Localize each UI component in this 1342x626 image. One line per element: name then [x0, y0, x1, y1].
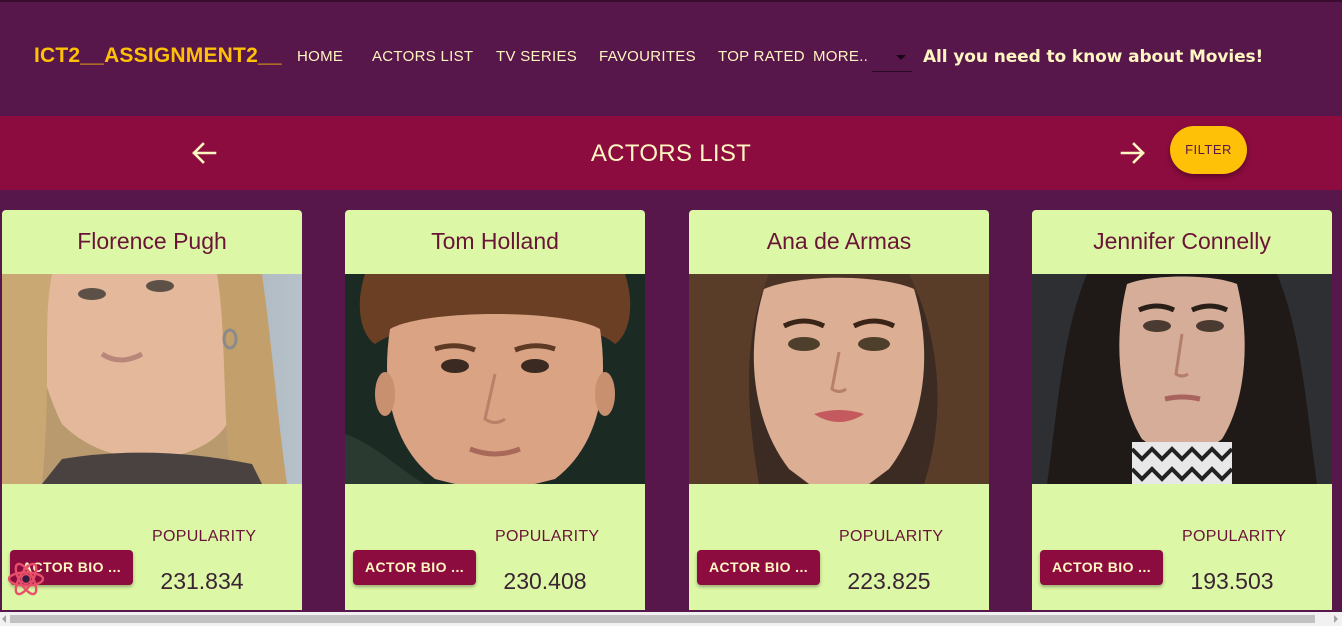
popularity-label: POPULARITY — [1182, 528, 1287, 545]
scroll-left-icon[interactable] — [2, 615, 6, 623]
scroll-right-icon[interactable] — [1334, 615, 1338, 623]
actor-bio-button[interactable]: ACTOR BIO ... — [353, 550, 476, 585]
actor-photo[interactable] — [2, 274, 302, 484]
actor-card: Jennifer Connelly POPULARITY 193.503 ACT… — [1032, 210, 1332, 610]
nav-top-rated[interactable]: TOP RATED — [718, 48, 805, 65]
nav-more[interactable]: MORE.. — [813, 48, 868, 65]
popularity-label: POPULARITY — [495, 528, 600, 545]
chevron-down-icon — [896, 55, 906, 60]
app-bar: ICT2__ASSIGNMENT2__ HOME ACTORS LIST TV … — [0, 0, 1342, 116]
scrollbar-thumb[interactable] — [10, 615, 1315, 623]
nav-favourites[interactable]: FAVOURITES — [599, 48, 696, 65]
actor-name: Florence Pugh — [77, 228, 227, 254]
actor-card: Florence Pugh POPULARITY 231.834 ACTOR B… — [2, 210, 302, 610]
horizontal-scrollbar[interactable] — [0, 612, 1342, 626]
actor-name: Tom Holland — [431, 228, 559, 254]
popularity-value: 230.408 — [503, 568, 587, 594]
nav-home[interactable]: HOME — [297, 48, 343, 65]
actor-card: Tom Holland POPULARITY 230.408 ACTOR BIO… — [345, 210, 645, 610]
brand-title[interactable]: ICT2__ASSIGNMENT2__ — [34, 44, 282, 68]
popularity-value: 223.825 — [847, 568, 931, 594]
popularity-value: 193.503 — [1190, 568, 1274, 594]
list-header: ACTORS LIST FILTER — [0, 116, 1342, 190]
nav-tv-series[interactable]: TV SERIES — [496, 48, 577, 65]
tagline: All you need to know about Movies! — [923, 47, 1264, 67]
actor-photo[interactable] — [689, 274, 989, 484]
actor-bio-button[interactable]: ACTOR BIO ... — [697, 550, 820, 585]
react-logo-icon[interactable] — [6, 559, 46, 599]
actor-photo[interactable] — [345, 274, 645, 484]
actor-photo[interactable] — [1032, 274, 1332, 484]
actor-bio-button[interactable]: ACTOR BIO ... — [1040, 550, 1163, 585]
arrow-right-icon[interactable] — [1118, 138, 1148, 168]
actor-card: Ana de Armas POPULARITY 223.825 ACTOR BI… — [689, 210, 989, 610]
nav-actors-list[interactable]: ACTORS LIST — [372, 48, 473, 65]
popularity-value: 231.834 — [160, 568, 244, 594]
more-select[interactable] — [872, 44, 912, 72]
actor-name: Jennifer Connelly — [1093, 228, 1271, 254]
filter-button[interactable]: FILTER — [1170, 126, 1247, 174]
popularity-label: POPULARITY — [839, 528, 944, 545]
popularity-label: POPULARITY — [152, 528, 257, 545]
actor-name: Ana de Armas — [766, 228, 912, 254]
